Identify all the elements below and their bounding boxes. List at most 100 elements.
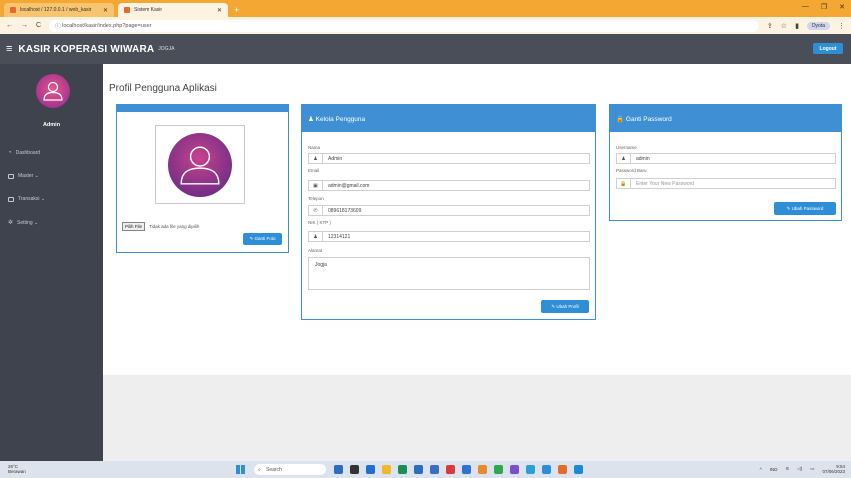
app-icon[interactable]: [430, 465, 439, 474]
telepon-value: 089618173609: [328, 207, 362, 214]
sidebar-item-setting[interactable]: ✲ Setting ⌄: [8, 219, 39, 227]
favicon-icon: [124, 7, 130, 13]
star-icon[interactable]: ☆: [781, 22, 787, 30]
app-brand: KASIR KOPERASI WIWARA: [18, 43, 155, 55]
app-icon[interactable]: [574, 465, 583, 474]
maximize-icon[interactable]: ❐: [821, 3, 827, 11]
new-tab-icon[interactable]: +: [234, 3, 239, 17]
monitor-icon: [8, 173, 14, 179]
user-card-header: ♟ Kelola Pengguna: [302, 105, 595, 132]
taskbar-search[interactable]: ⌕ Search: [254, 464, 326, 475]
menu-dots-icon[interactable]: ⋮: [838, 22, 845, 30]
system-tray: ^ IND ≋ ◁) ▭ 9:54 07/06/2023: [760, 464, 845, 474]
chrome-icon[interactable]: [494, 465, 503, 474]
volume-icon[interactable]: ◁): [797, 466, 802, 472]
app-icon[interactable]: [350, 465, 359, 474]
app-brand-sub: JOGJA: [158, 46, 175, 52]
nama-label: Nama: [308, 145, 321, 150]
choose-file-button[interactable]: Pilih File: [122, 222, 146, 231]
app-icon[interactable]: [542, 465, 551, 474]
language-indicator[interactable]: IND: [770, 467, 778, 472]
folder-icon[interactable]: [382, 465, 391, 474]
sidepanel-icon[interactable]: ▮: [795, 22, 799, 30]
chevron-up-icon[interactable]: ^: [760, 467, 762, 472]
file-input[interactable]: Pilih File Tidak ada file yang dipilih: [122, 222, 199, 231]
user-profile-card: ♟ Kelola Pengguna Nama ♟ Admin Email ▣ a…: [301, 104, 596, 320]
vscode-icon[interactable]: [526, 465, 535, 474]
search-icon: ⌕: [258, 466, 261, 473]
app-icon[interactable]: [398, 465, 407, 474]
hamburger-icon[interactable]: ≡: [6, 43, 12, 55]
close-tab-icon[interactable]: ✕: [103, 7, 108, 14]
user-icon: [180, 145, 220, 185]
telepon-field[interactable]: ✆ 089618173609: [308, 205, 590, 216]
favicon-icon: [10, 7, 16, 13]
minimize-icon[interactable]: —: [802, 3, 809, 11]
content-footer-area: [103, 375, 851, 461]
page-title: Profil Pengguna Aplikasi: [109, 83, 217, 94]
sidebar-item-dashboard[interactable]: ◔ Dashboard: [8, 150, 40, 156]
url-input[interactable]: ⓘ localhost/kasir/index.php?page=user: [49, 19, 759, 32]
email-value: admin@gmail.com: [328, 182, 370, 189]
battery-icon[interactable]: ▭: [810, 466, 814, 472]
browser-tab-phpmyadmin[interactable]: localhost / 127.0.0.1 / web_kasir ✕: [4, 3, 114, 17]
alamat-label: Alamat: [308, 248, 323, 253]
alamat-textarea[interactable]: Jogja: [308, 257, 590, 290]
profile-button[interactable]: Dyota: [806, 21, 830, 30]
password-placeholder: Enter Your New Password: [636, 180, 695, 187]
nik-field[interactable]: ♟ 12314121: [308, 231, 590, 242]
url-text: localhost/kasir/index.php?page=user: [62, 22, 152, 29]
window-close-icon[interactable]: ✕: [839, 3, 845, 11]
telepon-label: Telepon: [308, 196, 324, 201]
os-taskbar: 26°C Berawan ⌕ Search ^ IND ≋ ◁) ▭ 9:54 …: [0, 461, 851, 478]
close-tab-icon[interactable]: ✕: [217, 7, 222, 14]
email-label: Email: [308, 168, 320, 173]
user-icon: ♟: [309, 154, 323, 163]
tab-label: Sistem Kasir: [134, 7, 163, 13]
user-icon: ♟: [617, 154, 631, 163]
logout-button[interactable]: Logout: [813, 43, 843, 54]
back-icon[interactable]: ←: [6, 22, 13, 29]
sidebar-item-master[interactable]: Master ⌄: [8, 173, 39, 179]
username-field[interactable]: ♟ admin: [616, 153, 836, 164]
reload-icon[interactable]: C: [36, 22, 41, 29]
change-photo-button[interactable]: ✎ Ganti Foto: [243, 233, 282, 245]
window-controls: — ❐ ✕: [802, 3, 845, 11]
browser-tab-strip: localhost / 127.0.0.1 / web_kasir ✕ Sist…: [0, 0, 851, 17]
app-icon[interactable]: [446, 465, 455, 474]
update-profile-button[interactable]: ✎ Ubah Profil: [541, 300, 589, 313]
app-icon[interactable]: [414, 465, 423, 474]
new-password-field[interactable]: 🔒 Enter Your New Password: [616, 178, 836, 189]
app-icon[interactable]: [366, 465, 375, 474]
forward-icon[interactable]: →: [21, 22, 28, 29]
gear-icon: ✲: [8, 220, 14, 226]
clock[interactable]: 9:54 07/06/2023: [822, 464, 845, 474]
lock-icon: 🔒: [617, 179, 631, 188]
sidebar-item-label: Setting ⌄: [17, 219, 39, 226]
password-label: Password Baru: [616, 168, 647, 173]
app-icon[interactable]: [510, 465, 519, 474]
clock-date: 07/06/2023: [822, 469, 845, 474]
share-icon[interactable]: ⇪: [767, 22, 773, 30]
dashboard-icon: ◔: [8, 150, 12, 156]
address-bar-row: ← → C ⓘ localhost/kasir/index.php?page=u…: [0, 17, 851, 34]
user-icon: ♟: [309, 232, 323, 241]
nama-field[interactable]: ♟ Admin: [308, 153, 590, 164]
nik-label: NIK ( KTP ): [308, 220, 331, 225]
wifi-icon[interactable]: ≋: [785, 466, 789, 472]
browser-tab-sistem-kasir[interactable]: Sistem Kasir ✕: [118, 3, 228, 17]
nama-value: Admin: [328, 155, 343, 162]
photo-card: Pilih File Tidak ada file yang dipilih ✎…: [116, 104, 289, 253]
app-icon[interactable]: [334, 465, 343, 474]
username-label: Username: [616, 145, 637, 150]
sidebar-item-transaksi[interactable]: Transaksi ⌄: [8, 196, 45, 202]
email-field[interactable]: ▣ admin@gmail.com: [308, 180, 590, 191]
update-password-button[interactable]: ✎ Ubah Password: [774, 202, 836, 215]
search-label: Search: [266, 466, 282, 473]
app-icon[interactable]: [478, 465, 487, 474]
windows-start-icon[interactable]: [236, 465, 245, 474]
app-icon[interactable]: [558, 465, 567, 474]
app-icon[interactable]: [462, 465, 471, 474]
phone-icon: ✆: [309, 206, 323, 215]
weather-widget[interactable]: 26°C Berawan: [8, 464, 26, 474]
